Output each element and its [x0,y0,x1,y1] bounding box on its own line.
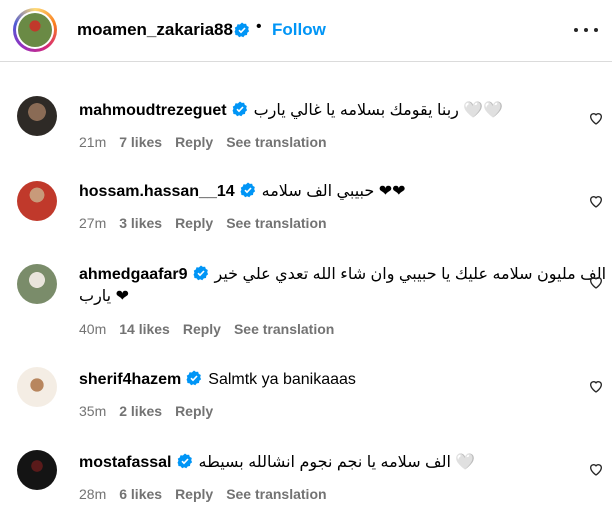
comment-likes[interactable]: 7 likes [119,134,162,150]
commenter-avatar[interactable] [17,181,57,221]
comment-text: الف سلامه يا نجم نجوم انشالله بسيطه 🤍 [198,454,476,471]
post-header: moamen_zakaria88 • Follow [0,0,612,62]
verified-badge-icon [234,22,250,38]
comment-time: 27m [79,215,107,231]
comment-time: 35m [79,403,107,419]
comment-username[interactable]: hossam.hassan__14 [79,183,235,200]
see-translation-button[interactable]: See translation [234,321,334,337]
comment-text: ربنا يقومك بسلامه يا غالي يارب 🤍🤍 [253,102,504,119]
more-options-icon[interactable] [574,20,598,40]
comment-username[interactable]: mahmoudtrezeguet [79,102,227,119]
comment-text: الف مليون سلامه عليك يا حبيبي وان شاء ال… [214,266,607,283]
comment-likes[interactable]: 3 likes [119,215,162,231]
verified-badge-icon [232,101,247,117]
verified-badge-icon [186,370,202,386]
commenter-avatar[interactable] [17,264,57,304]
verified-badge-icon [193,265,208,281]
verified-badge-icon [240,182,255,198]
comment-likes[interactable]: 14 likes [119,321,170,337]
comment-username[interactable]: mostafassal [79,454,172,471]
comment-time: 28m [79,486,107,502]
reply-button[interactable]: Reply [183,321,221,337]
verified-badge-icon [177,453,192,469]
reply-button[interactable]: Reply [175,486,213,502]
comment-text: حبيبي الف سلامه ❤❤ [261,183,406,200]
heart-outline-icon[interactable] [588,461,604,477]
comment-username[interactable]: ahmedgaafar9 [79,266,188,283]
heart-outline-icon[interactable] [588,110,604,126]
commenter-avatar[interactable] [17,96,57,136]
comment-text-continued: يارب ❤ [79,288,129,305]
see-translation-button[interactable]: See translation [226,215,326,231]
commenter-avatar[interactable] [17,367,57,407]
commenter-avatar[interactable] [17,450,57,490]
follow-button[interactable]: Follow [272,20,326,40]
comment-username[interactable]: sherif4hazem [79,371,181,388]
reply-button[interactable]: Reply [175,215,213,231]
reply-button[interactable]: Reply [175,403,213,419]
header-separator: • [256,18,262,35]
comment-time: 40m [79,321,107,337]
see-translation-button[interactable]: See translation [226,486,326,502]
comment-likes[interactable]: 6 likes [119,486,162,502]
reply-button[interactable]: Reply [175,134,213,150]
heart-outline-icon[interactable] [588,193,604,209]
author-username[interactable]: moamen_zakaria88 [77,20,233,40]
author-avatar[interactable] [13,8,57,52]
comment-likes[interactable]: 2 likes [119,403,162,419]
heart-outline-icon[interactable] [588,378,604,394]
heart-outline-icon[interactable] [588,274,604,290]
comment-time: 21m [79,134,107,150]
see-translation-button[interactable]: See translation [226,134,326,150]
comment-text: Salmtk ya banikaaas [208,371,356,388]
